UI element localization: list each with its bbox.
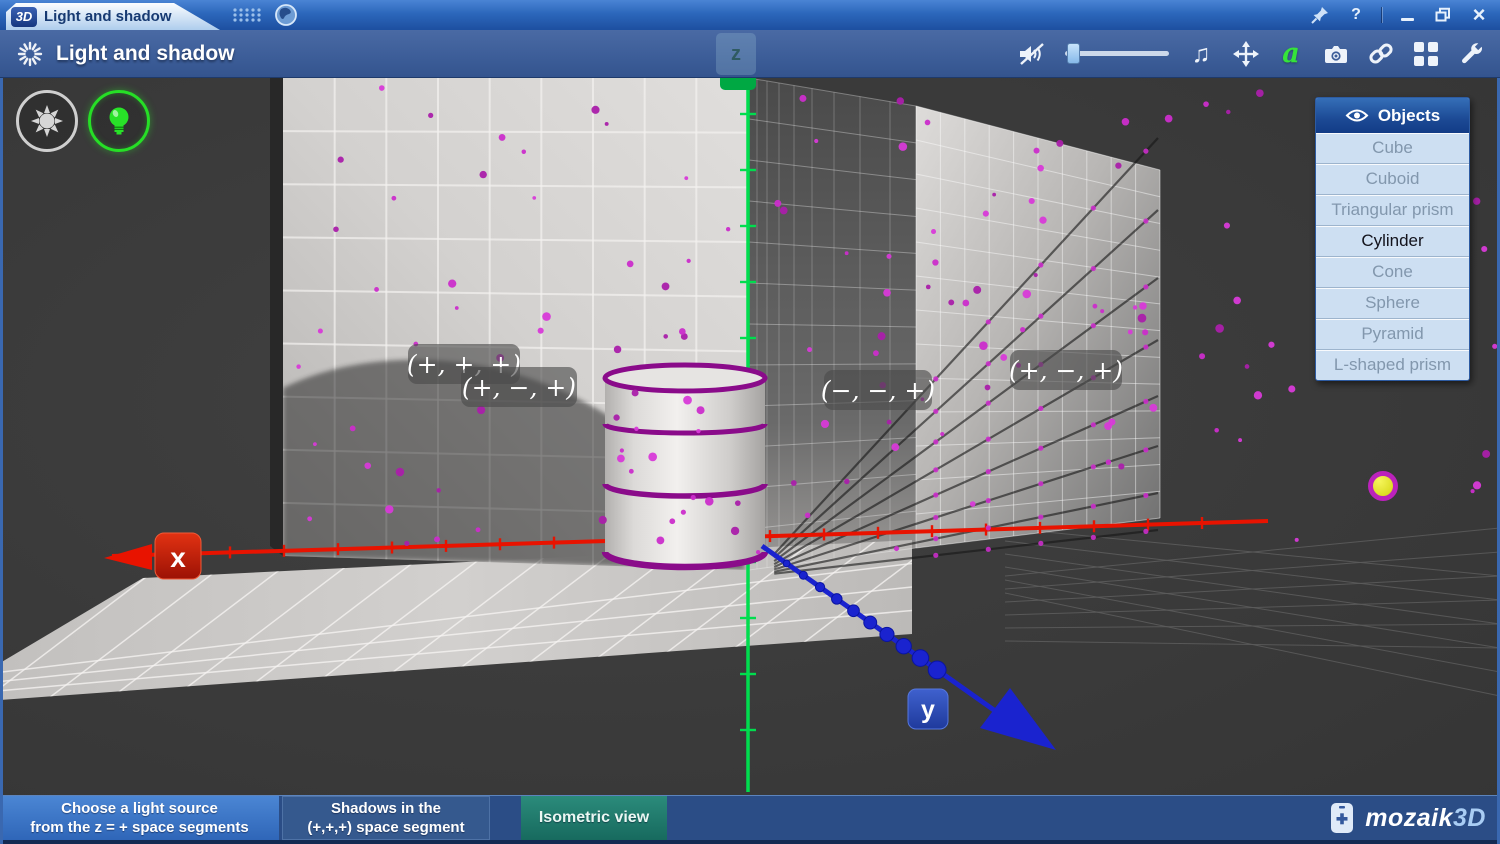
text-format-icon[interactable]: a (1278, 39, 1304, 69)
objects-item-cube[interactable]: Cube (1316, 133, 1469, 164)
brand-word: mozaik (1365, 804, 1453, 832)
z-axis-label-ghost: z (716, 33, 756, 75)
apps-grid-icon[interactable] (1413, 39, 1439, 69)
brand-logo: mozaik3D (1330, 796, 1486, 840)
tab-title: Light and shadow (44, 8, 172, 25)
volume-track[interactable] (1065, 51, 1169, 56)
step2-line2: (+,+,+) space segment (307, 818, 464, 837)
step1-line1: Choose a light source (61, 799, 218, 818)
minimize-button[interactable] (1396, 4, 1418, 26)
window-tab[interactable]: 3D Light and shadow (6, 3, 220, 30)
brand-suffix: 3D (1453, 804, 1486, 832)
z-axis-label-box (720, 78, 756, 90)
svg-text:x: x (170, 542, 186, 573)
svg-text:(+, −, +): (+, −, +) (462, 373, 576, 402)
y-axis-label: y (908, 689, 948, 729)
step-choose-light-source[interactable]: Choose a light source from the z = + spa… (0, 796, 279, 840)
objects-item-l-shaped-prism[interactable]: L-shaped prism (1316, 350, 1469, 380)
octant-label-mmp: (−, −, +) (821, 370, 935, 410)
light-source-sphere[interactable] (1371, 474, 1396, 499)
objects-item-sphere[interactable]: Sphere (1316, 288, 1469, 319)
objects-item-cuboid[interactable]: Cuboid (1316, 164, 1469, 195)
objects-panel-header[interactable]: Objects (1316, 98, 1469, 133)
app-window: 3D Light and shadow ? (0, 0, 1500, 844)
eye-icon (1345, 108, 1369, 123)
step2-line1: Shadows in the (331, 799, 441, 818)
move-icon[interactable] (1233, 39, 1259, 69)
sun-light-button[interactable] (16, 90, 78, 152)
dots-grid-icon[interactable] (232, 7, 262, 23)
svg-text:(+, −, +): (+, −, +) (1009, 356, 1123, 385)
svg-text:(−, −, +): (−, −, +) (821, 376, 935, 405)
scene-viewport[interactable]: (+, +, +) (+, −, +) (−, −, +) (+, −, +) … (0, 78, 1500, 795)
objects-item-pyramid[interactable]: Pyramid (1316, 319, 1469, 350)
page-title: Light and shadow (56, 42, 235, 66)
scene-canvas[interactable]: (+, +, +) (+, −, +) (−, −, +) (+, −, +) … (0, 78, 1500, 795)
controls-separator (1381, 7, 1382, 23)
mute-icon[interactable] (1018, 39, 1046, 69)
step1-line2: from the z = + space segments (30, 818, 248, 837)
title-bar: 3D Light and shadow ? (0, 0, 1500, 30)
objects-panel-title: Objects (1378, 106, 1440, 126)
close-button[interactable]: × (1468, 4, 1490, 26)
octant-label-pmp-right: (+, −, +) (1009, 350, 1123, 390)
cylinder-object[interactable] (605, 365, 765, 567)
x-axis-label: x (155, 533, 201, 579)
mobile-app-icon (1330, 802, 1354, 834)
objects-list: CubeCuboidTriangular prismCylinderConeSp… (1316, 133, 1469, 380)
pin-button[interactable] (1309, 4, 1331, 26)
step-isometric-view[interactable]: Isometric view (521, 796, 667, 840)
restore-button[interactable] (1432, 4, 1454, 26)
objects-item-triangular-prism[interactable]: Triangular prism (1316, 195, 1469, 226)
volume-handle[interactable] (1067, 43, 1080, 64)
octant-label-pmp-left: (+, −, +) (461, 367, 577, 407)
link-icon[interactable] (1368, 39, 1394, 69)
objects-item-cone[interactable]: Cone (1316, 257, 1469, 288)
bulb-light-button[interactable] (88, 90, 150, 152)
svg-text:y: y (921, 696, 935, 724)
objects-panel: Objects CubeCuboidTriangular prismCylind… (1315, 97, 1470, 381)
music-icon[interactable]: ♫ (1188, 39, 1214, 69)
bottom-bar: Choose a light source from the z = + spa… (0, 795, 1500, 844)
help-button[interactable]: ? (1345, 4, 1367, 26)
main-toolbar: Light and shadow z ♫ (0, 30, 1500, 78)
wrench-icon[interactable] (1458, 39, 1484, 69)
spinner-icon (16, 40, 44, 68)
globe-icon[interactable] (274, 3, 298, 27)
step-shadows-segment[interactable]: Shadows in the (+,+,+) space segment (282, 796, 490, 840)
app-3d-logo: 3D (11, 7, 37, 27)
bulb-icon (102, 104, 136, 138)
objects-item-cylinder[interactable]: Cylinder (1316, 226, 1469, 257)
volume-slider[interactable] (1065, 44, 1169, 64)
camera-icon[interactable] (1323, 39, 1349, 69)
step3-line1: Isometric view (539, 808, 649, 828)
